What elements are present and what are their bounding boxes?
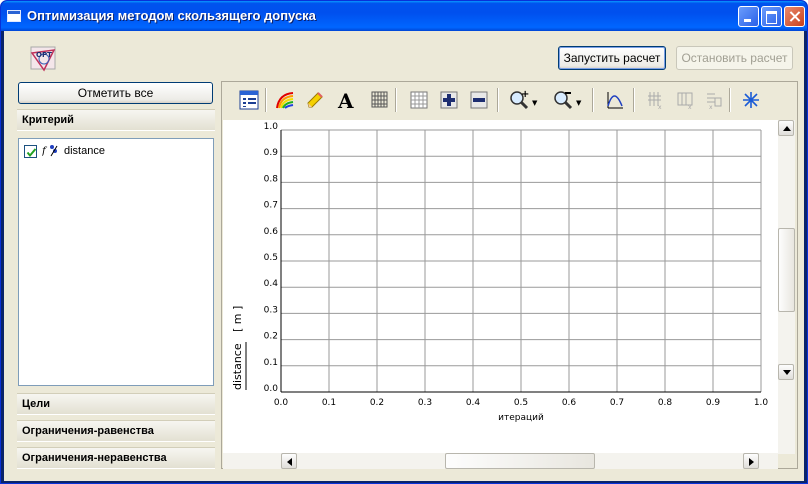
checkmark-icon [26, 148, 37, 158]
window-icon [7, 10, 21, 22]
properties-icon [239, 90, 259, 110]
window-title: Оптимизация методом скользящего допуска [27, 8, 316, 23]
zoom-out-dropdown-icon[interactable]: ▼ [576, 99, 581, 107]
y-tick-label: 0.7 [264, 201, 278, 211]
goals-section-header[interactable]: Цели [17, 393, 215, 415]
criteria-list: f distance [18, 138, 214, 386]
criteria-section-header[interactable]: Критерий [17, 109, 215, 131]
plus-icon [440, 91, 458, 109]
y-axis-tool[interactable]: x [673, 88, 697, 112]
x-tick-label: 0.2 [370, 398, 384, 408]
svg-text:x: x [688, 104, 692, 110]
x-axis-label: итераций [498, 413, 544, 423]
stop-calculation-button[interactable]: Остановить расчет [676, 46, 793, 70]
zoom-in-icon: + [510, 90, 529, 110]
criterion-function-icon: f [42, 145, 58, 157]
chart-canvas: 0.0 0.1 0.2 0.3 0.4 0.5 0.6 0.7 0.8 0.9 1.0 0.0 0.1 0… [231, 122, 769, 423]
horizontal-scrollbar[interactable] [223, 453, 778, 469]
grid-lines-icon [371, 91, 388, 108]
svg-text:+: + [521, 90, 529, 100]
chart-plot-area[interactable]: 0.0 0.1 0.2 0.3 0.4 0.5 0.6 0.7 0.8 0.9 1.0 0.0 0.1 0… [223, 120, 778, 454]
remove-row-tool[interactable] [467, 88, 491, 112]
vertical-scrollbar[interactable] [778, 120, 795, 454]
text-icon: A [337, 90, 354, 110]
table-icon [410, 91, 428, 109]
equality-constraints-section-header[interactable]: Ограничения-равенства [17, 420, 215, 442]
title-bar[interactable]: Оптимизация методом скользящего допуска [1, 1, 807, 31]
x-tick-label: 0.8 [658, 398, 673, 408]
y-tick-label: 0.2 [264, 332, 278, 342]
y-tick-label: 0.0 [264, 384, 279, 394]
y-tick-label: 1.0 [264, 122, 279, 132]
scroll-up-button[interactable] [778, 120, 794, 136]
x-tick-label: 0.9 [706, 398, 721, 408]
list-item[interactable]: f distance [24, 143, 204, 159]
y-axis-icon: x [677, 92, 693, 110]
y-tick-label: 0.6 [264, 227, 279, 237]
horizontal-scroll-thumb[interactable] [445, 453, 595, 469]
y-axis-label: distance [231, 343, 244, 390]
series-colors-tool[interactable] [273, 88, 297, 112]
zoom-out-icon [554, 91, 573, 110]
fit-curve-tool[interactable] [603, 88, 627, 112]
curve-icon [607, 92, 623, 109]
chart-panel: A + ▼ ▼ x x x 0.0 0.1 0.2 0.3 0.4 0.5 0.… [221, 81, 798, 469]
svg-text:A: A [337, 90, 354, 110]
pencil-tool[interactable] [303, 88, 327, 112]
table-tool[interactable] [407, 88, 431, 112]
scroll-down-button[interactable] [778, 364, 794, 380]
minus-icon [470, 91, 488, 109]
pencil-icon [307, 92, 323, 108]
x-axis-tool[interactable]: x [643, 88, 667, 112]
y-tick-label: 0.9 [264, 148, 279, 158]
svg-text:x: x [709, 104, 713, 110]
text-tool[interactable]: A [335, 88, 359, 112]
zoom-out-tool[interactable] [551, 88, 575, 112]
x-tick-label: 0.5 [514, 398, 528, 408]
x-tick-label: 0.0 [274, 398, 289, 408]
criteria-panel: Отметить все Критерий f distance Цели Ог… [17, 81, 215, 469]
y-axis-unit-label: [ m ] [231, 306, 244, 332]
x-tick-label: 0.1 [322, 398, 336, 408]
criterion-label: distance [64, 145, 105, 157]
y-tick-label: 0.5 [264, 253, 278, 263]
mark-all-button[interactable]: Отметить все [18, 82, 213, 104]
zoom-in-dropdown-icon[interactable]: ▼ [532, 99, 537, 107]
vertical-scroll-thumb[interactable] [778, 228, 795, 312]
zoom-in-tool[interactable]: + [507, 88, 531, 112]
maximize-button[interactable] [761, 6, 782, 27]
x-tick-label: 0.7 [610, 398, 624, 408]
run-calculation-button[interactable]: Запустить расчет [558, 46, 666, 70]
client-area: OPT Запустить расчет Остановить расчет О… [4, 31, 804, 481]
rainbow-icon [276, 92, 294, 109]
y-tick-label: 0.3 [264, 305, 278, 315]
x-tick-label: 1.0 [754, 398, 769, 408]
export-tool[interactable]: x [701, 88, 725, 112]
svg-text:OPT: OPT [36, 51, 52, 59]
inequality-constraints-section-header[interactable]: Ограничения-неравенства [17, 447, 215, 469]
snowflake-icon [743, 92, 759, 108]
svg-text:x: x [658, 104, 662, 110]
export-icon: x [707, 93, 722, 110]
y-tick-label: 0.1 [264, 358, 278, 368]
app-logo: OPT [30, 46, 56, 72]
y-tick-label: 0.8 [264, 174, 279, 184]
freeze-tool[interactable] [739, 88, 763, 112]
properties-tool[interactable] [237, 88, 261, 112]
x-tick-label: 0.4 [466, 398, 481, 408]
close-button[interactable] [784, 6, 805, 27]
app-window: Оптимизация методом скользящего допуска … [0, 0, 808, 484]
scroll-right-button[interactable] [743, 453, 759, 469]
criterion-checkbox[interactable] [24, 145, 37, 158]
y-tick-label: 0.4 [264, 279, 279, 289]
x-tick-label: 0.3 [418, 398, 432, 408]
x-tick-label: 0.6 [562, 398, 577, 408]
x-axis-icon: x [648, 92, 662, 110]
grid-tool[interactable] [367, 88, 391, 112]
scroll-left-button[interactable] [281, 453, 297, 469]
add-row-tool[interactable] [437, 88, 461, 112]
chart-toolbar: A + ▼ ▼ x x x [223, 83, 796, 117]
minimize-button[interactable] [738, 6, 759, 27]
svg-text:f: f [42, 146, 48, 157]
